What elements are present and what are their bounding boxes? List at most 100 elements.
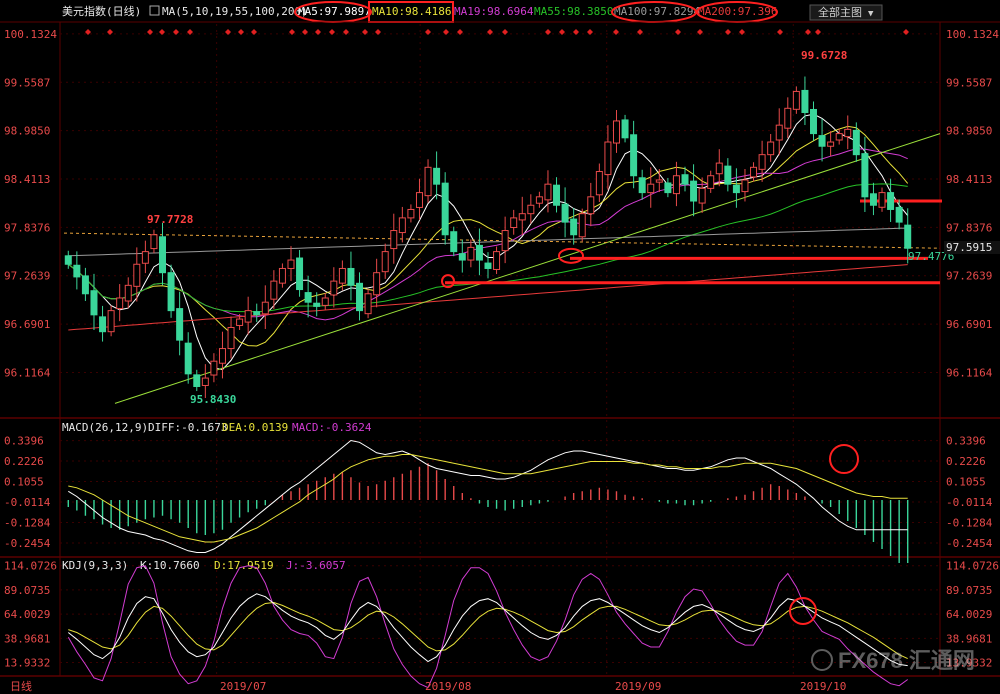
candle-up [527, 204, 535, 215]
main-axis-label-left: 96.1164 [4, 366, 51, 379]
main-axis-label-right: 98.4113 [946, 173, 992, 186]
candle-up [124, 284, 132, 302]
candle-up [278, 267, 286, 284]
candle-up [784, 107, 792, 129]
candle-down [81, 275, 89, 295]
main-axis-label-right: 100.1324 [946, 28, 999, 41]
candle-down [450, 231, 458, 253]
candle-down [887, 192, 895, 210]
candle-down [664, 182, 672, 194]
kdj-axis-label-right: 114.0726 [946, 560, 999, 573]
kdj-axis-label-left: 89.0735 [4, 584, 50, 597]
marked-high-label: 97.7728 [147, 213, 193, 226]
candle-up [707, 175, 715, 189]
kdj-k-value: K:10.7660 [140, 559, 200, 572]
macd-axis-label-left: -0.0114 [4, 496, 51, 509]
candle-up [672, 175, 680, 195]
candle-up [535, 196, 543, 204]
candle-up [493, 251, 501, 270]
candle-down [724, 165, 732, 185]
macd-axis-label-right: -0.2454 [946, 537, 993, 550]
candle-up [878, 192, 886, 208]
candle-down [253, 311, 261, 316]
macd-diff-value: DIFF:-0.1673 [148, 421, 227, 434]
kdj-axis-label-left: 114.0726 [4, 560, 57, 573]
candle-up [381, 251, 389, 273]
candle-up [467, 246, 475, 261]
main-axis-label-left: 100.1324 [4, 28, 57, 41]
month-label-2019-08: 2019/08 [425, 680, 471, 693]
kdj-d-value: D:17.9519 [214, 559, 274, 572]
candle-up [373, 272, 381, 296]
macd-axis-label-left: 0.3396 [4, 435, 44, 448]
candle-down [433, 167, 441, 185]
candle-up [321, 297, 329, 306]
candle-down [570, 218, 578, 236]
candle-up [612, 120, 620, 144]
candle-up [758, 154, 766, 170]
candle-down [73, 264, 81, 278]
watermark-text: FX678 汇通网 [838, 648, 975, 673]
candle-up [544, 183, 552, 201]
candle-down [167, 272, 175, 312]
period-label[interactable]: 日线 [10, 679, 32, 693]
kdj-axis-label-left: 38.9681 [4, 632, 50, 645]
main-axis-label-left: 97.2639 [4, 270, 50, 283]
candle-up [595, 171, 603, 196]
candle-down [475, 244, 483, 261]
candle-up [236, 318, 244, 326]
candle-up [835, 133, 843, 141]
ma19-value: MA19:98.6964 [454, 5, 534, 18]
month-label-2019-07: 2019/07 [220, 680, 266, 693]
candle-up [844, 128, 852, 138]
candle-down [818, 135, 826, 147]
kdj-j-value: J:-3.6057 [286, 559, 346, 572]
candle-up [415, 192, 423, 208]
candle-up [741, 179, 749, 193]
main-axis-label-left: 98.9850 [4, 125, 50, 138]
candle-down [638, 177, 646, 194]
ma5-value: MA5:97.9897 [298, 5, 371, 18]
kdj-axis-label-right: 64.0029 [946, 608, 992, 621]
candle-up [116, 297, 124, 310]
candle-up [775, 124, 783, 141]
candle-down [553, 184, 561, 206]
candle-down [621, 119, 629, 139]
macd-axis-label-right: -0.1284 [946, 516, 993, 529]
candle-up [767, 141, 775, 156]
candle-down [441, 182, 449, 236]
macd-dea-value: DEA:0.0139 [222, 421, 288, 434]
chevron-down-icon: ▼ [868, 9, 874, 19]
main-axis-label-right: 99.5587 [946, 76, 992, 89]
candle-up [698, 187, 706, 204]
candle-up [338, 267, 346, 284]
candle-down [90, 290, 98, 316]
ma10-value: MA10:98.4186 [372, 5, 451, 18]
usd-index-daily-chart[interactable]: 美元指数(日线) MA(5,10,19,55,100,200) MA5:97.9… [0, 0, 1000, 694]
candle-down [690, 180, 698, 202]
candle-up [141, 251, 149, 264]
candle-down [99, 316, 107, 333]
macd-axis-label-right: 0.3396 [946, 435, 986, 448]
candle-up [210, 360, 218, 376]
candle-down [895, 206, 903, 223]
theme-dropdown-label: 全部主图 [818, 5, 862, 19]
theme-dropdown[interactable]: 全部主图 ▼ [809, 4, 883, 21]
candle-up [587, 196, 595, 215]
candle-up [827, 141, 835, 147]
macd-axis-label-left: 0.2226 [4, 455, 44, 468]
month-label-2019-10: 2019/10 [800, 680, 846, 693]
candle-up [501, 230, 509, 252]
candle-up [518, 213, 526, 221]
main-axis-label-left: 99.5587 [4, 76, 50, 89]
candle-up [201, 377, 209, 386]
main-axis-label-left: 96.6901 [4, 318, 50, 331]
candle-down [193, 374, 201, 387]
main-axis-label-right: 96.1164 [946, 366, 993, 379]
candle-down [809, 108, 817, 135]
candle-up [227, 326, 235, 350]
candle-up [510, 217, 518, 229]
candle-up [398, 217, 406, 234]
candle-down [347, 267, 355, 286]
macd-hist-value: MACD:-0.3624 [292, 421, 372, 434]
